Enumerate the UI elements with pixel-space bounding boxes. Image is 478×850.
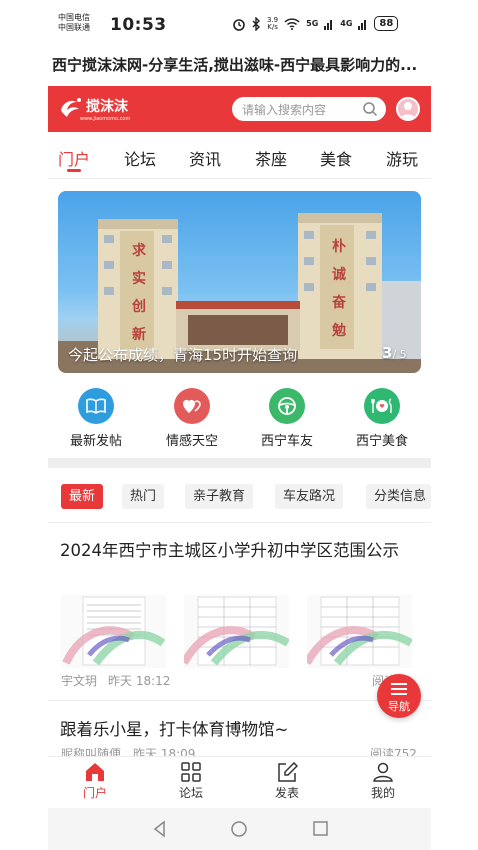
tab-travel[interactable]: 游玩 [386, 146, 418, 170]
tab-teahouse[interactable]: 茶座 [255, 146, 287, 170]
right-tower-char: 诚 [332, 267, 346, 283]
network-speed-unit: K/s [267, 22, 278, 31]
left-tower-char: 求 [132, 243, 146, 259]
grid-icon [181, 762, 201, 782]
signal-2-icon [358, 19, 367, 30]
quick-link-label: 最新发帖 [69, 434, 122, 449]
avatar-image [400, 102, 416, 119]
battery-indicator: 88 [374, 16, 399, 31]
dining-icon [364, 388, 400, 424]
document-thumbnail-image [184, 596, 289, 666]
quick-link-car-club[interactable]: 西宁车友 [247, 388, 327, 449]
nav-label: 我的 [370, 786, 395, 800]
left-tower-inscription: 求 实 创 新 [128, 237, 150, 349]
signal-1-label: 5G [306, 19, 319, 28]
tab-forum[interactable]: 论坛 [124, 146, 156, 170]
avatar[interactable] [396, 97, 420, 121]
steering-wheel-icon [269, 388, 305, 424]
filter-classifieds[interactable]: 分类信息 [366, 484, 431, 509]
home-icon [86, 763, 104, 781]
filter-parenting[interactable]: 亲子教育 [185, 484, 254, 509]
book-icon [78, 388, 114, 424]
article-time: 昨天 18:12 [108, 674, 171, 688]
document-thumbnail-image [307, 596, 412, 666]
active-tab-indicator [67, 169, 81, 172]
nav-post[interactable]: 发表 [257, 762, 317, 801]
filter-hot[interactable]: 热门 [122, 484, 165, 509]
right-tower-char: 勉 [332, 323, 346, 339]
network-speed: 3.9 K/s [267, 16, 278, 31]
nav-label: 论坛 [178, 786, 203, 800]
quick-link-food[interactable]: 西宁美食 [342, 388, 422, 449]
article-divider [48, 700, 431, 701]
edit-icon [278, 762, 298, 782]
article-title[interactable]: 2024年西宁市主城区小学升初中学区范围公示 [60, 537, 420, 565]
status-clock: 10:53 [110, 15, 167, 35]
menu-icon [391, 683, 407, 695]
recents-icon[interactable] [313, 821, 328, 836]
fab-label: 导航 [388, 700, 410, 713]
search-icon[interactable] [362, 101, 378, 117]
alarm-icon [233, 18, 245, 31]
right-tower-char: 奋 [332, 295, 346, 311]
logo-swirl-icon [61, 98, 81, 117]
carrier-1: 中国电信 [58, 13, 90, 22]
logo-text: 搅沫沫 [86, 99, 128, 115]
site-logo[interactable]: 搅沫沫 [58, 96, 128, 118]
system-nav-icons [153, 820, 328, 838]
article-title[interactable]: 跟着乐小星，打卡体育博物馆~ [60, 716, 420, 744]
tab-food[interactable]: 美食 [320, 146, 352, 170]
signal-2-label: 4G [340, 19, 353, 28]
quick-link-label: 西宁美食 [355, 434, 408, 449]
carrier-2: 中国联通 [58, 23, 90, 32]
system-navigation-bar [48, 808, 431, 850]
quick-link-label: 西宁车友 [260, 434, 313, 449]
tabs-divider [48, 178, 431, 179]
quick-link-latest-posts[interactable]: 最新发帖 [56, 388, 136, 449]
article-thumbnail[interactable] [184, 595, 289, 668]
banner-pagination: 3/ 5 [382, 344, 407, 362]
filters-divider [48, 522, 431, 523]
nav-forum[interactable]: 论坛 [161, 762, 221, 801]
banner-caption[interactable]: 今起公布成绩，青海15时开始查询 [68, 344, 297, 365]
signal-1-icon [324, 19, 333, 30]
tab-portal[interactable]: 门户 [58, 146, 90, 170]
filter-latest[interactable]: 最新 [61, 484, 104, 509]
article-author: 宇文玥 [61, 674, 98, 688]
home-circle-icon[interactable] [231, 821, 247, 837]
banner-page-total: / 5 [392, 348, 407, 361]
document-thumbnail-image [62, 596, 166, 666]
right-tower-inscription: 朴 诚 奋 勉 [328, 233, 350, 345]
section-separator [48, 458, 431, 468]
right-tower-char: 朴 [332, 239, 346, 255]
tab-news[interactable]: 资讯 [189, 146, 221, 170]
bluetooth-icon [252, 16, 260, 31]
quick-link-label: 情感天空 [165, 434, 218, 449]
quick-link-emotion[interactable]: 情感天空 [152, 388, 232, 449]
user-icon [373, 762, 393, 782]
navigation-fab[interactable]: 导航 [377, 674, 421, 718]
search-placeholder: 请输入搜索内容 [242, 102, 327, 117]
nav-mine[interactable]: 我的 [353, 762, 413, 801]
search-input[interactable]: 请输入搜索内容 [232, 97, 386, 121]
banner-page-current: 3 [382, 344, 393, 362]
left-tower-char: 创 [132, 299, 146, 315]
filter-traffic[interactable]: 车友路况 [275, 484, 344, 509]
nav-portal[interactable]: 门户 [65, 762, 125, 801]
article-thumbnail[interactable] [307, 595, 412, 668]
hearts-icon [174, 388, 210, 424]
nav-label: 发表 [274, 786, 299, 800]
carrier-info: 中国电信 中国联通 [58, 13, 90, 33]
article-thumbnail[interactable] [61, 595, 166, 668]
status-icons: 3.9 K/s 5G 4G 88 [232, 16, 399, 31]
nav-label: 门户 [82, 786, 107, 800]
logo-url: www.jiaomomo.com [80, 116, 131, 122]
page-title: 西宁搅沫沫网-分享生活,搅出滋味-西宁最具影响力的... [52, 56, 418, 74]
wifi-icon [284, 17, 300, 30]
left-tower-char: 实 [132, 271, 146, 287]
back-icon[interactable] [153, 820, 165, 838]
